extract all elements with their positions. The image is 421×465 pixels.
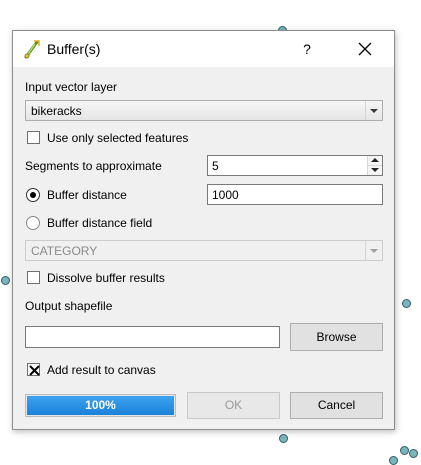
buffer-distance-radio[interactable] xyxy=(26,188,40,202)
input-layer-value: bikeracks xyxy=(31,104,82,118)
buffer-field-select[interactable]: CATEGORY xyxy=(25,240,383,261)
cancel-button[interactable]: Cancel xyxy=(290,392,383,419)
map-point xyxy=(409,449,418,458)
chevron-down-icon[interactable] xyxy=(365,241,382,260)
buffer-distance-input[interactable]: 1000 xyxy=(207,184,383,205)
dissolve-checkbox[interactable] xyxy=(27,271,40,284)
segments-label: Segments to approximate xyxy=(25,159,162,173)
buffer-distance-value: 1000 xyxy=(212,188,239,202)
output-label: Output shapefile xyxy=(25,299,113,313)
map-point xyxy=(279,434,288,443)
decrement-arrow-icon[interactable] xyxy=(368,166,382,175)
dialog-title: Buffer(s) xyxy=(47,41,101,57)
title-bar[interactable]: Buffer(s) ? xyxy=(13,31,394,67)
help-button[interactable]: ? xyxy=(297,39,317,59)
buffer-dialog: Buffer(s) ? Input vector layer bikeracks… xyxy=(12,30,395,430)
browse-button[interactable]: Browse xyxy=(290,323,383,351)
dissolve-label: Dissolve buffer results xyxy=(47,271,165,285)
increment-arrow-icon[interactable] xyxy=(368,156,382,166)
ok-button[interactable]: OK xyxy=(187,392,280,419)
chevron-down-icon[interactable] xyxy=(365,101,382,120)
map-point xyxy=(402,299,411,308)
add-to-canvas-checkbox[interactable] xyxy=(27,363,40,376)
input-layer-label: Input vector layer xyxy=(25,80,118,94)
segments-stepper[interactable] xyxy=(367,156,382,175)
selected-only-checkbox[interactable] xyxy=(27,131,40,144)
map-point xyxy=(400,446,409,455)
progress-bar: 100% xyxy=(25,394,176,417)
buffer-field-radio[interactable] xyxy=(26,216,40,230)
buffer-field-label: Buffer distance field xyxy=(47,216,153,230)
buffer-field-value: CATEGORY xyxy=(31,244,98,258)
segments-value: 5 xyxy=(212,159,219,173)
add-to-canvas-label: Add result to canvas xyxy=(47,363,156,377)
selected-only-label: Use only selected features xyxy=(47,131,189,145)
input-layer-select[interactable]: bikeracks xyxy=(25,100,383,121)
close-icon[interactable] xyxy=(353,38,377,60)
output-path-input[interactable] xyxy=(25,326,280,348)
buffer-distance-label: Buffer distance xyxy=(47,188,127,202)
map-point xyxy=(1,276,10,285)
progress-text: 100% xyxy=(85,398,116,412)
segments-spinbox[interactable]: 5 xyxy=(207,155,383,176)
qgis-tool-icon xyxy=(23,39,41,59)
